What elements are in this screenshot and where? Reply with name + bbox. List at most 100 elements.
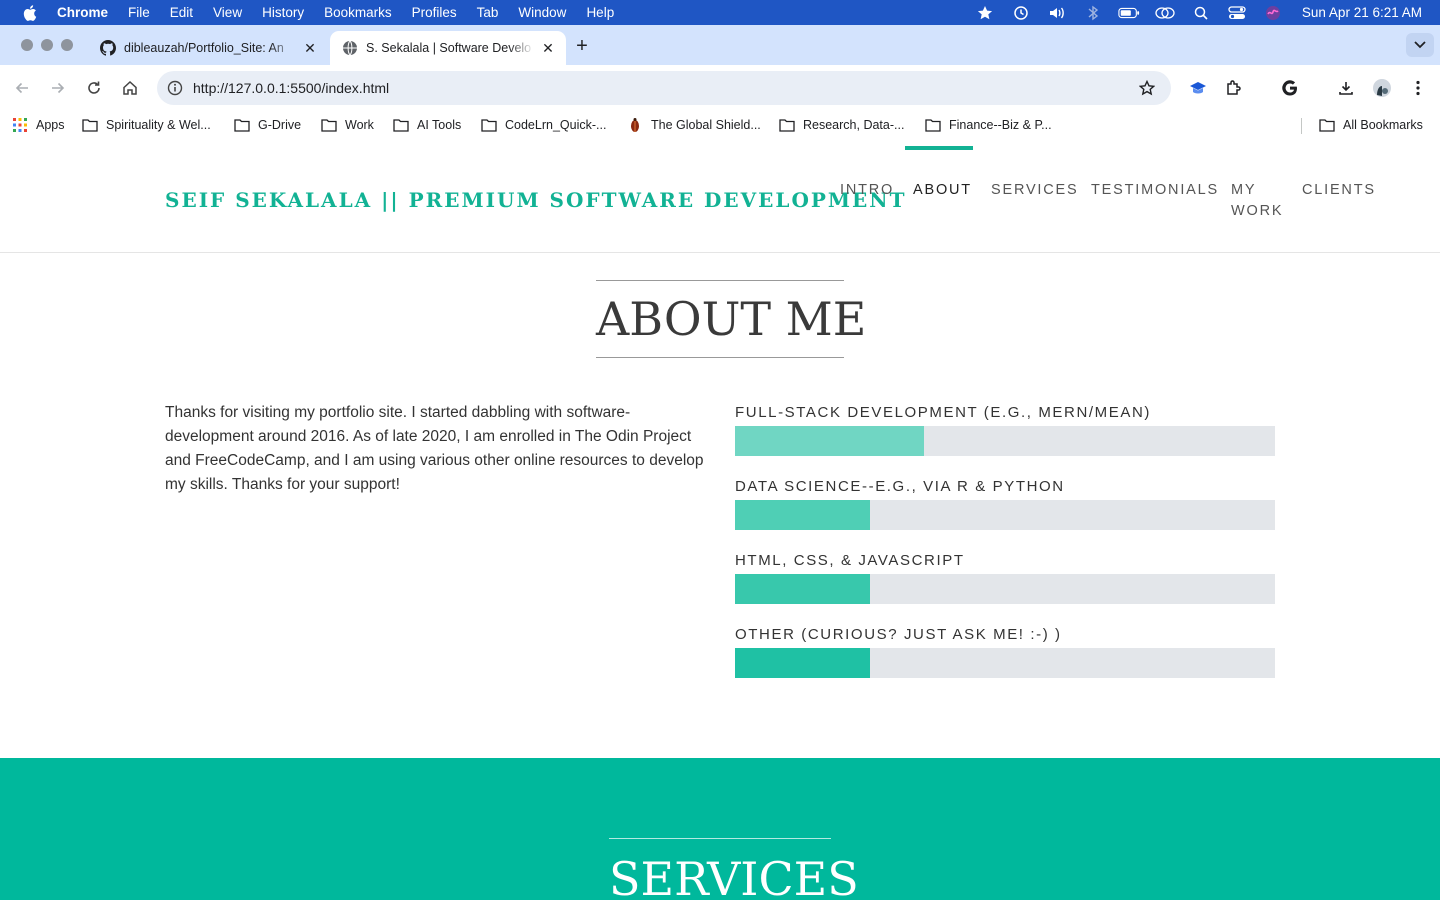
forward-button[interactable] [46,76,70,100]
site-brand[interactable]: SEIF SEKALALA || PREMIUM SOFTWARE DEVELO… [165,188,906,212]
bookmark-label: CodeLrn_Quick-... [505,118,607,132]
skill-progress-bar [735,648,1275,678]
apple-menu-icon[interactable] [20,4,40,21]
all-bookmarks-button[interactable]: All Bookmarks [1319,116,1423,134]
bookmark-label: Research, Data-... [803,118,905,132]
tab-github[interactable]: dibleauzah/Portfolio_Site: An ✕ [88,31,328,65]
nav-intro[interactable]: INTRO [840,180,894,201]
menu-history[interactable]: History [262,5,304,20]
bookmark-star-icon[interactable] [1137,78,1157,98]
extension-graduation-icon[interactable] [1186,76,1210,100]
bookmark-folder[interactable]: Research, Data-... [779,116,904,134]
bookmark-label: All Bookmarks [1343,118,1423,132]
back-button[interactable] [10,76,34,100]
menu-help[interactable]: Help [586,5,614,20]
status-area: Sun Apr 21 6:21 AM [960,0,1440,25]
skill-progress-bar [735,574,1275,604]
reload-button[interactable] [82,76,106,100]
window-zoom-button[interactable] [61,39,73,51]
skill-progress-bar [735,426,1275,456]
macos-menu-bar: Chrome File Edit View History Bookmarks … [0,0,1440,25]
about-paragraph: Thanks for visiting my portfolio site. I… [165,404,704,493]
skill-progress-fill [735,648,870,678]
skill-progress-fill [735,426,924,456]
download-icon[interactable] [1334,76,1358,100]
globe-icon [342,40,358,56]
services-section-title: SERVICES [609,838,859,900]
volume-icon[interactable] [1046,5,1068,21]
skill-progress-bar [735,500,1275,530]
arrow-right-icon [52,82,65,94]
folder-icon [779,118,795,132]
battery-icon[interactable] [1118,5,1140,21]
bookmark-label: G-Drive [258,118,302,132]
page-viewport: SEIF SEKALALA || PREMIUM SOFTWARE DEVELO… [0,146,1440,900]
bookmark-label: Apps [36,118,65,132]
bookmark-folder[interactable]: Spirituality & Wel... [82,116,211,134]
tab-close-icon[interactable]: ✕ [300,38,320,58]
nav-clients[interactable]: CLIENTS [1302,180,1376,201]
bookmark-folder[interactable]: Finance--Biz & P... [925,116,1052,134]
screen-mirroring-icon[interactable] [1154,5,1176,21]
extensions-puzzle-icon[interactable] [1222,76,1246,100]
arrow-left-icon [15,82,28,94]
menu-tab[interactable]: Tab [477,5,499,20]
control-center-icon[interactable] [1226,5,1248,21]
chrome-menu-icon[interactable] [1406,76,1430,100]
menu-file[interactable]: File [128,5,150,20]
menu-window[interactable]: Window [518,5,566,20]
folder-icon [234,118,250,132]
bookmark-label: Work [345,118,374,132]
url-text[interactable]: http://127.0.0.1:5500/index.html [193,80,389,96]
tab-portfolio[interactable]: S. Sekalala | Software Develo ✕ [330,31,566,65]
menu-profiles[interactable]: Profiles [412,5,457,20]
menu-app-name[interactable]: Chrome [57,5,108,20]
bookmarks-bar: Apps Spirituality & Wel... G-Drive Work … [0,111,1440,139]
bookmark-folder[interactable]: Work [321,116,374,134]
profile-avatar[interactable] [1370,76,1394,100]
github-icon [100,40,116,56]
bookmark-folder[interactable]: CodeLrn_Quick-... [481,116,606,134]
new-tab-button[interactable]: + [570,34,594,58]
folder-icon [925,118,941,132]
clock[interactable]: Sun Apr 21 6:21 AM [1302,5,1422,20]
skill-progress-fill [735,500,870,530]
bookmark-apps[interactable]: Apps [12,116,65,134]
menu-bookmarks[interactable]: Bookmarks [324,5,392,20]
nav-testimonials[interactable]: TESTIMONIALS [1091,180,1219,201]
time-machine-icon[interactable] [1010,5,1032,21]
skill-progress-fill [735,574,870,604]
menu-edit[interactable]: Edit [170,5,193,20]
bookmark-link[interactable]: The Global Shield... [627,116,761,134]
bookmark-folder[interactable]: AI Tools [393,116,461,134]
browser-toolbar: http://127.0.0.1:5500/index.html [0,65,1440,111]
window-minimize-button[interactable] [41,39,53,51]
tab-title: dibleauzah/Portfolio_Site: An [124,41,284,55]
spotlight-search-icon[interactable] [1190,5,1212,21]
window-close-button[interactable] [21,39,33,51]
skill-label: DATA SCIENCE--E.G., VIA R & PYTHON [735,478,1065,495]
bookmark-folder[interactable]: G-Drive [234,116,301,134]
tab-search-button[interactable] [1406,33,1434,57]
menu-view[interactable]: View [213,5,242,20]
folder-icon [393,118,409,132]
bug-icon [627,118,643,132]
star-status-icon[interactable] [974,5,996,21]
nav-services[interactable]: SERVICES [991,180,1078,201]
bookmark-label: Finance--Biz & P... [949,118,1052,132]
tab-close-icon[interactable]: ✕ [538,38,558,58]
site-info-icon[interactable] [165,78,185,98]
nav-about[interactable]: ABOUT [913,180,972,201]
bluetooth-icon[interactable] [1082,5,1104,21]
folder-icon [481,118,497,132]
nav-my-work[interactable]: MY WORK [1231,180,1283,222]
skill-label: HTML, CSS, & JAVASCRIPT [735,552,965,569]
address-bar[interactable]: http://127.0.0.1:5500/index.html [157,71,1171,105]
home-icon [123,80,137,95]
google-icon[interactable] [1278,76,1302,100]
folder-icon [321,118,337,132]
tab-title: S. Sekalala | Software Develo [366,41,532,55]
siri-icon[interactable] [1262,5,1284,21]
home-button[interactable] [118,76,142,100]
apps-grid-icon [12,118,28,132]
